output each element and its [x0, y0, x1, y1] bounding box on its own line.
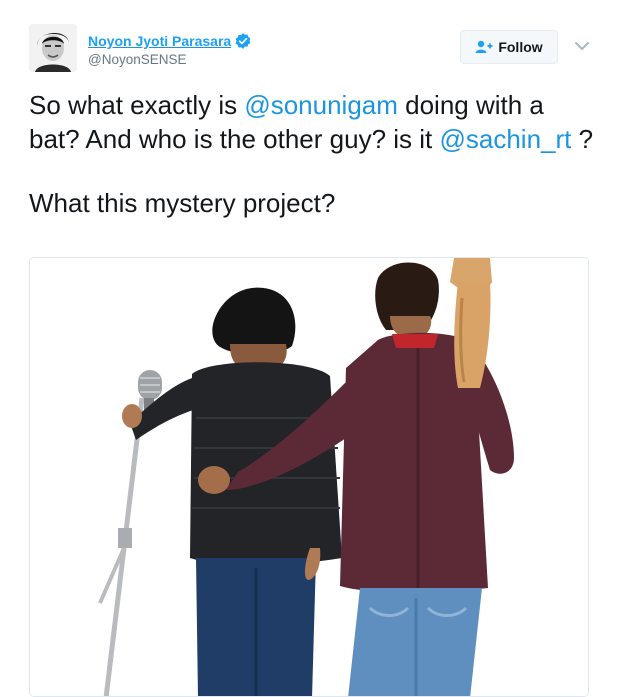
profile-photo-icon — [29, 24, 77, 72]
tweet-paragraph-1: So what exactly is @sonunigam doing with… — [29, 88, 599, 156]
mention-link-sachin[interactable]: @sachin_rt — [439, 124, 571, 154]
verified-badge-icon — [235, 33, 251, 49]
tweet-paragraph-2: What this mystery project? — [29, 188, 336, 218]
avatar[interactable] — [29, 24, 77, 72]
tweet-media-photo[interactable] — [29, 257, 589, 697]
follow-label: Follow — [498, 39, 543, 55]
chevron-down-icon[interactable] — [574, 40, 590, 52]
display-name[interactable]: Noyon Jyoti Parasara — [88, 33, 231, 49]
tweet-text-part: So what exactly is — [29, 90, 245, 120]
tweet-text: So what exactly is @sonunigam doing with… — [29, 88, 599, 220]
photo-two-men-with-bat-and-microphone-icon — [30, 258, 588, 696]
add-user-icon — [475, 40, 493, 53]
tweet-text-part: ? — [571, 124, 594, 154]
mention-link-sonunigam[interactable]: @sonunigam — [244, 90, 398, 120]
user-handle[interactable]: @NoyonSENSE — [88, 52, 187, 67]
follow-button[interactable]: Follow — [460, 30, 558, 64]
user-name-row[interactable]: Noyon Jyoti Parasara — [88, 32, 252, 50]
